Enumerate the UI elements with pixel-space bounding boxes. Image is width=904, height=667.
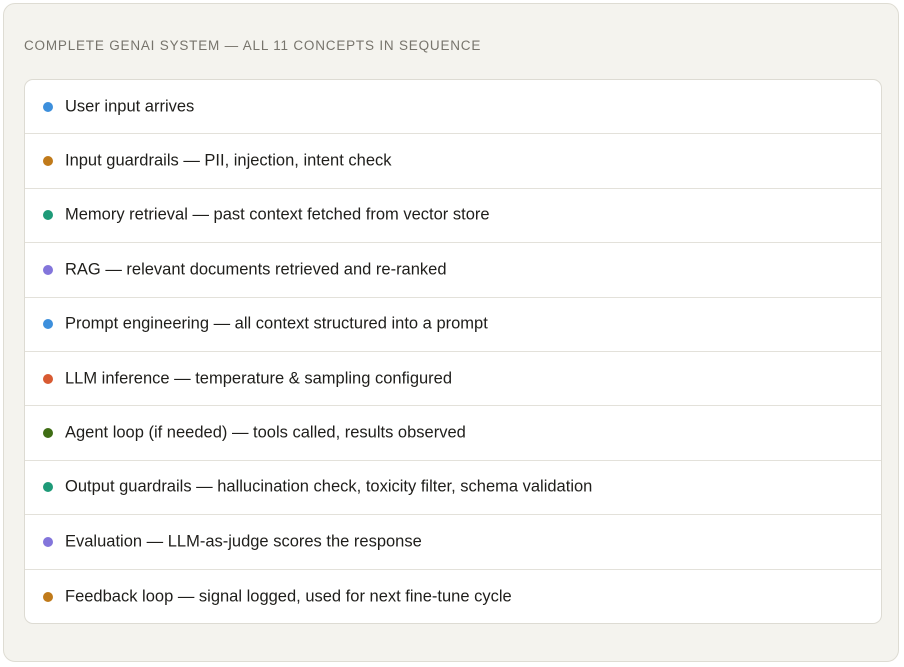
list-item-label: Prompt engineering — all context structu… [65, 314, 488, 333]
list-item-output-guardrails: Output guardrails — hallucination check,… [25, 461, 881, 516]
bullet-dot-icon [43, 373, 53, 384]
list-item-memory-retrieval: Memory retrieval — past context fetched … [25, 189, 881, 244]
list-item-llm-inference: LLM inference — temperature & sampling c… [25, 352, 881, 407]
list-item-input-guardrails: Input guardrails — PII, injection, inten… [25, 134, 881, 189]
panel-heading: COMPLETE GENAI SYSTEM — ALL 11 CONCEPTS … [24, 38, 482, 53]
bullet-dot-icon [43, 536, 53, 547]
list-item-user-input: User input arrives [25, 80, 881, 135]
list-item-feedback-loop: Feedback loop — signal logged, used for … [25, 570, 881, 623]
list-item-agent-loop: Agent loop (if needed) — tools called, r… [25, 406, 881, 461]
bullet-dot-icon [43, 482, 53, 493]
list-item-label: Memory retrieval — past context fetched … [65, 205, 490, 224]
steps-list: User input arrives Input guardrails — PI… [24, 79, 882, 624]
bullet-dot-icon [43, 264, 53, 275]
list-item-prompt-engineering: Prompt engineering — all context structu… [25, 298, 881, 352]
list-item-label: Agent loop (if needed) — tools called, r… [65, 423, 466, 442]
bullet-dot-icon [43, 210, 53, 221]
bullet-dot-icon [43, 101, 53, 112]
bullet-dot-icon [43, 591, 53, 602]
list-item-label: RAG — relevant documents retrieved and r… [65, 260, 447, 279]
list-item-label: Evaluation — LLM-as-judge scores the res… [65, 532, 422, 551]
list-item-evaluation: Evaluation — LLM-as-judge scores the res… [25, 515, 881, 570]
genai-system-panel: COMPLETE GENAI SYSTEM — ALL 11 CONCEPTS … [3, 3, 899, 662]
bullet-dot-icon [43, 319, 53, 330]
list-item-label: LLM inference — temperature & sampling c… [65, 369, 453, 388]
list-item-label: User input arrives [65, 97, 195, 116]
list-item-label: Feedback loop — signal logged, used for … [65, 587, 512, 606]
list-item-rag: RAG — relevant documents retrieved and r… [25, 243, 881, 298]
list-item-label: Input guardrails — PII, injection, inten… [65, 151, 392, 170]
bullet-dot-icon [43, 428, 53, 439]
list-item-label: Output guardrails — hallucination check,… [65, 477, 593, 496]
bullet-dot-icon [43, 156, 53, 167]
